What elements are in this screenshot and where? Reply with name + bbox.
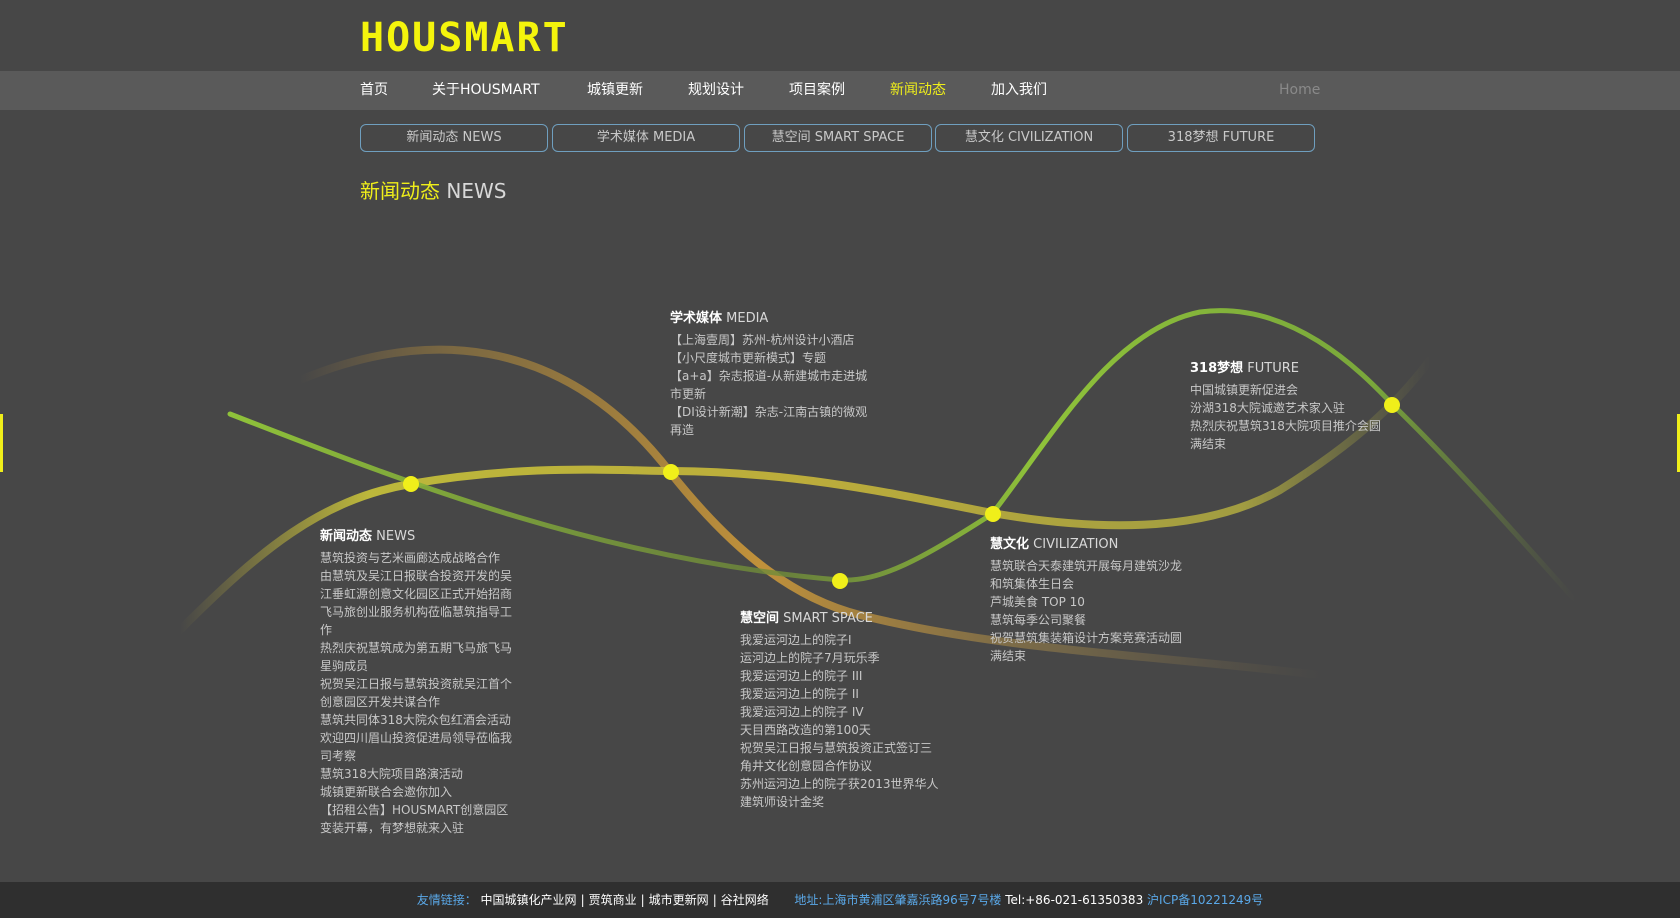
footer-link-urban-renewal[interactable]: 城市更新网 <box>649 893 709 907</box>
node-civilization: 慧文化 CIVILIZATION 慧筑联合天泰建筑开展每月建筑沙龙 和筑集体生日… <box>990 533 1192 665</box>
list-item[interactable]: 由慧筑及吴江日报联合投资开发的吴江垂虹源创意文化园区正式开始招商 <box>320 567 520 603</box>
node-civilization-title-cn: 慧文化 <box>990 537 1030 552</box>
list-item[interactable]: 热烈庆祝慧筑318大院项目推介会圆满结束 <box>1190 417 1392 453</box>
list-item[interactable]: 【招租公告】HOUSMART创意园区变装开幕，有梦想就来入驻 <box>320 801 520 837</box>
node-future-list: 中国城镇更新促进会 汾湖318大院诚邀艺术家入驻 热烈庆祝慧筑318大院项目推介… <box>1190 381 1392 453</box>
list-item[interactable]: 慧筑每季公司聚餐 <box>990 611 1192 629</box>
scroll-left-handle[interactable] <box>0 414 3 472</box>
list-item[interactable]: 我爱运河边上的院子 II <box>740 685 942 703</box>
list-item[interactable]: 慧筑318大院项目路演活动 <box>320 765 520 783</box>
list-item[interactable]: 祝贺吴江日报与慧筑投资正式签订三角井文化创意园合作协议 <box>740 739 942 775</box>
list-item[interactable]: 祝贺慧筑集装箱设计方案竞赛活动圆满结束 <box>990 629 1192 665</box>
list-item[interactable]: 天目西路改造的第100天 <box>740 721 942 739</box>
list-item[interactable]: 苏州运河边上的院子获2013世界华人建筑师设计金奖 <box>740 775 942 811</box>
node-smart-space: 慧空间 SMART SPACE 我爱运河边上的院子I 运河边上的院子7月玩乐季 … <box>740 607 942 811</box>
footer-links-label: 友情链接： <box>416 893 477 907</box>
list-item[interactable]: 欢迎四川眉山投资促进局领导莅临我司考察 <box>320 729 520 765</box>
list-item[interactable]: 我爱运河边上的院子I <box>740 631 942 649</box>
node-media-title-en: MEDIA <box>726 311 769 326</box>
footer-link-gushe[interactable]: 谷社网络 <box>721 893 769 907</box>
node-space-title-cn: 慧空间 <box>740 611 780 626</box>
list-item[interactable]: 和筑集体生日会 <box>990 575 1192 593</box>
node-news-title[interactable]: 新闻动态 NEWS <box>320 525 520 544</box>
list-item[interactable]: 【a+a】杂志报道-从新建城市走进城市更新 <box>670 367 872 403</box>
node-dot-space <box>832 573 848 589</box>
footer-link-jiazhu[interactable]: 贾筑商业 <box>589 893 637 907</box>
node-space-title-en: SMART SPACE <box>783 611 873 626</box>
list-item[interactable]: 慧筑联合天泰建筑开展每月建筑沙龙 <box>990 557 1192 575</box>
node-media-title-cn: 学术媒体 <box>670 311 723 326</box>
list-item[interactable]: 慧筑共同体318大院众包红酒会活动 <box>320 711 520 729</box>
list-item[interactable]: 运河边上的院子7月玩乐季 <box>740 649 942 667</box>
node-media: 学术媒体 MEDIA 【上海壹周】苏州-杭州设计小酒店 【小尺度城市更新模式】专… <box>670 307 872 439</box>
node-media-title[interactable]: 学术媒体 MEDIA <box>670 307 872 326</box>
list-item[interactable]: 祝贺吴江日报与慧筑投资就吴江首个创意园区开发共谋合作 <box>320 675 520 711</box>
node-dot-media <box>663 464 679 480</box>
list-item[interactable]: 我爱运河边上的院子 III <box>740 667 942 685</box>
list-item[interactable]: 慧筑投资与艺米画廊达成战略合作 <box>320 549 520 567</box>
list-item[interactable]: 我爱运河边上的院子 IV <box>740 703 942 721</box>
list-item[interactable]: 热烈庆祝慧筑成为第五期飞马旅飞马星驹成员 <box>320 639 520 675</box>
list-item[interactable]: 【DI设计新潮】杂志-江南古镇的微观再造 <box>670 403 872 439</box>
node-civilization-list: 慧筑联合天泰建筑开展每月建筑沙龙 和筑集体生日会 芦城美食 TOP 10 慧筑每… <box>990 557 1192 665</box>
footer-link-urbanization[interactable]: 中国城镇化产业网 <box>481 893 577 907</box>
node-news-list: 慧筑投资与艺米画廊达成战略合作 由慧筑及吴江日报联合投资开发的吴江垂虹源创意文化… <box>320 549 520 837</box>
node-media-list: 【上海壹周】苏州-杭州设计小酒店 【小尺度城市更新模式】专题 【a+a】杂志报道… <box>670 331 872 439</box>
node-news-title-en: NEWS <box>376 529 416 544</box>
footer-address: 地址:上海市黄浦区肇嘉浜路96号7号楼 <box>794 893 1002 907</box>
list-item[interactable]: 汾湖318大院诚邀艺术家入驻 <box>1190 399 1392 417</box>
node-dot-news <box>403 476 419 492</box>
node-future: 318梦想 FUTURE 中国城镇更新促进会 汾湖318大院诚邀艺术家入驻 热烈… <box>1190 357 1392 453</box>
node-future-title-en: FUTURE <box>1247 361 1299 376</box>
list-item[interactable]: 城镇更新联合会邀你加入 <box>320 783 520 801</box>
node-news: 新闻动态 NEWS 慧筑投资与艺米画廊达成战略合作 由慧筑及吴江日报联合投资开发… <box>320 525 520 837</box>
list-item[interactable]: 飞马旅创业服务机构莅临慧筑指导工作 <box>320 603 520 639</box>
list-item[interactable]: 【上海壹周】苏州-杭州设计小酒店 <box>670 331 872 349</box>
node-civilization-title-en: CIVILIZATION <box>1033 537 1119 552</box>
list-item[interactable]: 中国城镇更新促进会 <box>1190 381 1392 399</box>
node-civilization-title[interactable]: 慧文化 CIVILIZATION <box>990 533 1192 552</box>
node-future-title-cn: 318梦想 <box>1190 361 1244 376</box>
node-news-title-cn: 新闻动态 <box>320 529 373 544</box>
node-space-title[interactable]: 慧空间 SMART SPACE <box>740 607 942 626</box>
node-dot-civilization <box>985 506 1001 522</box>
node-future-title[interactable]: 318梦想 FUTURE <box>1190 357 1392 376</box>
site-footer: 友情链接： 中国城镇化产业网 | 贾筑商业 | 城市更新网 | 谷社网络 地址:上海市黄浦区… <box>0 882 1680 918</box>
footer-icp[interactable]: 沪ICP备10221249号 <box>1147 893 1263 907</box>
list-item[interactable]: 【小尺度城市更新模式】专题 <box>670 349 872 367</box>
footer-tel: Tel:+86-021-61350383 <box>1005 893 1144 907</box>
node-space-list: 我爱运河边上的院子I 运河边上的院子7月玩乐季 我爱运河边上的院子 III 我爱… <box>740 631 942 811</box>
list-item[interactable]: 芦城美食 TOP 10 <box>990 593 1192 611</box>
